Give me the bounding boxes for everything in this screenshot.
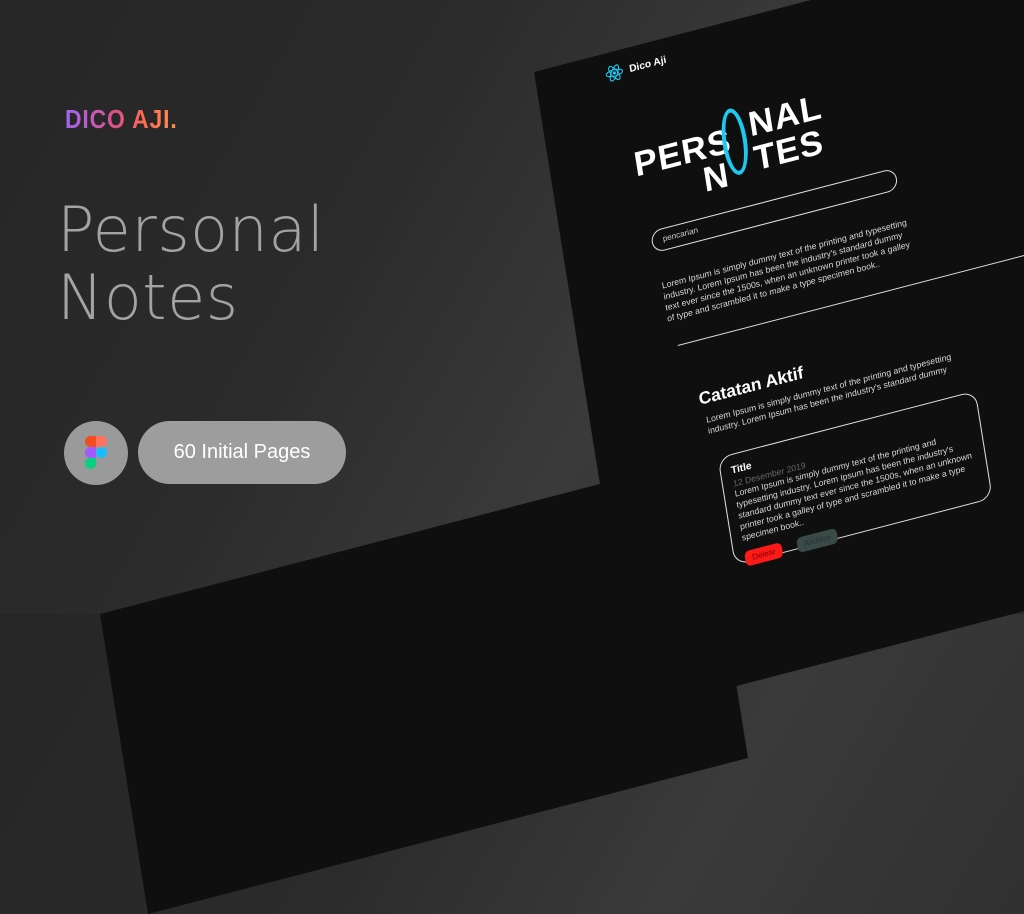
react-icon bbox=[605, 64, 624, 82]
figma-badge bbox=[64, 421, 128, 485]
pages-count-badge: 60 Initial Pages bbox=[138, 421, 346, 484]
app-logo-text: Dico Aji bbox=[628, 53, 668, 75]
promo-title-line2: Notes bbox=[57, 261, 239, 334]
note-body: Lorem Ipsum is simply dummy text of the … bbox=[734, 436, 973, 543]
hero-n: N bbox=[700, 155, 733, 201]
figma-icon bbox=[85, 436, 107, 469]
brand-logo: DICO AJI. bbox=[65, 104, 178, 134]
delete-button[interactable]: Delete bbox=[744, 542, 784, 567]
archive-button[interactable]: Archive bbox=[795, 527, 839, 554]
promo-title: Personal Notes bbox=[57, 196, 325, 332]
promo-title-line1: Personal bbox=[57, 193, 325, 266]
app-logo[interactable]: Dico Aji bbox=[604, 50, 668, 84]
